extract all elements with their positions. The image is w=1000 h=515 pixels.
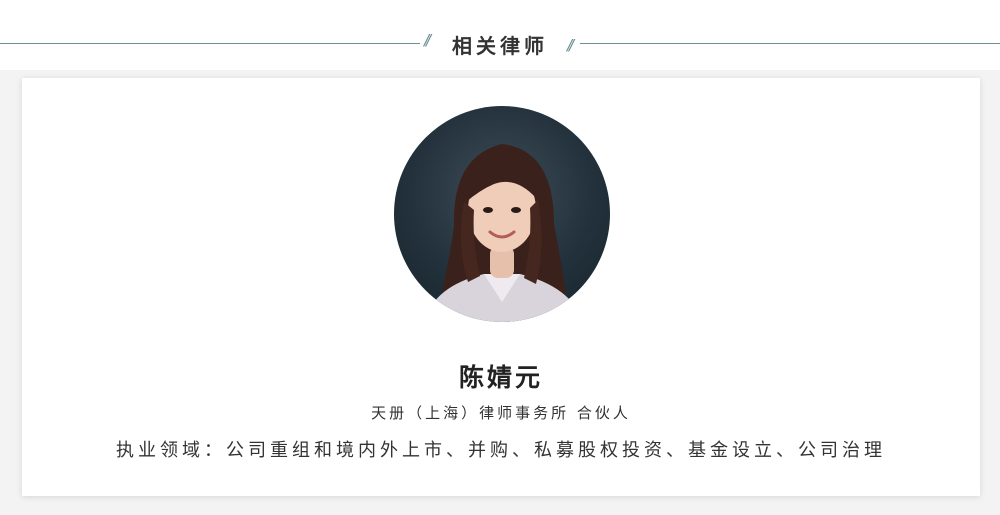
header-divider-right <box>580 43 1000 44</box>
lawyer-name: 陈婧元 <box>458 363 543 392</box>
section-title: 相关律师 <box>452 34 548 58</box>
lawyer-avatar <box>394 106 610 322</box>
lawyer-card: 陈婧元 天册（上海）律师事务所 合伙人 执业领域：公司重组和境内外上市、并购、私… <box>22 78 980 496</box>
header-divider-left <box>0 43 420 44</box>
decorative-slash-icon: // <box>424 31 431 49</box>
section-header: // 相关律师 // <box>0 0 1000 70</box>
portrait-image <box>424 144 584 322</box>
lawyer-practice-areas: 执业领域：公司重组和境内外上市、并购、私募股权投资、基金设立、公司治理 <box>116 440 886 461</box>
decorative-slash-icon: // <box>567 36 574 54</box>
lawyer-firm-title: 天册（上海）律师事务所 合伙人 <box>371 404 631 422</box>
